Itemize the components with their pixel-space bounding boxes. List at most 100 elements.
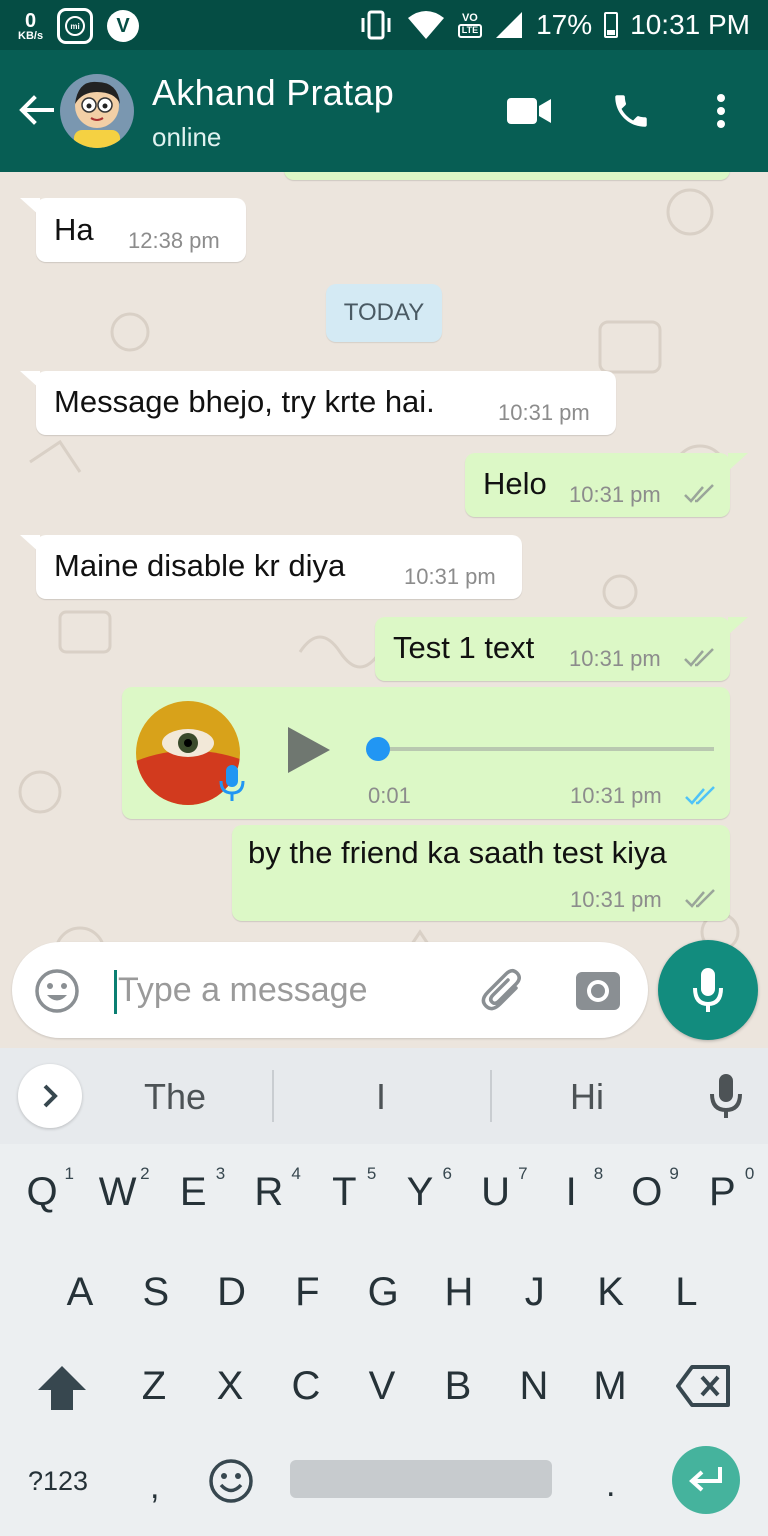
status-bar: 0 KB/s mi V VO LTE 17% 10:31 PM bbox=[0, 0, 768, 50]
message-time: 12:38 pm bbox=[128, 228, 220, 253]
key-f[interactable]: F bbox=[277, 1270, 337, 1315]
battery-percent: 17% bbox=[536, 9, 593, 40]
message-composer bbox=[12, 942, 648, 1038]
key-s[interactable]: S bbox=[126, 1270, 186, 1315]
bubble-tail-in bbox=[20, 535, 40, 553]
backspace-icon[interactable] bbox=[676, 1364, 732, 1408]
outgoing-message-bubble[interactable]: Helo 10:31 pm bbox=[465, 453, 730, 517]
period-key[interactable]: . bbox=[606, 1466, 615, 1505]
voice-progress-thumb[interactable] bbox=[366, 737, 390, 761]
key-v[interactable]: V bbox=[352, 1364, 412, 1409]
key-p[interactable]: P0 bbox=[692, 1164, 754, 1215]
double-tick-icon bbox=[684, 648, 714, 667]
key-y[interactable]: Y6 bbox=[390, 1164, 452, 1215]
suggestion-strip: The I Hi bbox=[0, 1048, 768, 1144]
attach-icon[interactable] bbox=[480, 968, 528, 1016]
key-b[interactable]: B bbox=[428, 1364, 488, 1409]
expand-suggestions-button[interactable] bbox=[18, 1064, 82, 1128]
contact-name[interactable]: Akhand Pratap bbox=[152, 72, 394, 114]
message-text: Message bhejo, try krte hai. bbox=[54, 384, 435, 419]
shift-icon[interactable] bbox=[36, 1364, 88, 1412]
key-z[interactable]: Z bbox=[124, 1364, 184, 1409]
suggestion-word[interactable]: I bbox=[316, 1076, 446, 1118]
wifi-icon bbox=[407, 11, 444, 39]
incoming-message-bubble[interactable]: Maine disable kr diya 10:31 pm bbox=[36, 535, 522, 599]
key-t[interactable]: T5 bbox=[314, 1164, 376, 1215]
voice-input-icon[interactable] bbox=[704, 1072, 748, 1120]
key-o[interactable]: O9 bbox=[617, 1164, 679, 1215]
key-c[interactable]: C bbox=[276, 1364, 336, 1409]
key-number-hint: 3 bbox=[215, 1164, 226, 1183]
contact-avatar[interactable] bbox=[60, 74, 134, 148]
previous-outgoing-bubble[interactable] bbox=[284, 172, 730, 180]
key-q[interactable]: Q1 bbox=[12, 1164, 74, 1215]
key-j[interactable]: J bbox=[505, 1270, 565, 1315]
voice-call-icon[interactable] bbox=[606, 86, 656, 136]
key-letter: Q bbox=[26, 1170, 58, 1214]
key-number-hint: 5 bbox=[366, 1164, 377, 1183]
key-w[interactable]: W2 bbox=[88, 1164, 150, 1215]
suggestion-divider bbox=[272, 1070, 274, 1122]
chat-area[interactable]: Ha 12:38 pm TODAY Message bhejo, try krt… bbox=[0, 172, 768, 1048]
bubble-tail-out bbox=[728, 617, 748, 635]
play-icon[interactable] bbox=[286, 725, 332, 775]
key-i[interactable]: I8 bbox=[541, 1164, 604, 1215]
message-text: Maine disable kr diya bbox=[54, 548, 346, 583]
key-letter: I bbox=[565, 1170, 577, 1214]
net-speed: 0 KB/s bbox=[18, 11, 43, 42]
key-m[interactable]: M bbox=[580, 1364, 640, 1409]
volte-label: VO bbox=[461, 12, 478, 24]
key-l[interactable]: L bbox=[656, 1270, 716, 1315]
key-g[interactable]: G bbox=[353, 1270, 413, 1315]
camera-icon[interactable] bbox=[574, 968, 622, 1014]
back-arrow-icon[interactable] bbox=[14, 88, 58, 132]
keyboard: The I Hi Q1W2E3R4T5Y6U7I8O9P0 ASDFGHJKL … bbox=[0, 1048, 768, 1536]
symbols-key[interactable]: ?123 bbox=[28, 1466, 88, 1497]
suggestion-divider bbox=[490, 1070, 492, 1122]
voice-message-bubble[interactable]: 0:01 10:31 pm bbox=[122, 687, 730, 819]
date-chip: TODAY bbox=[326, 284, 442, 342]
record-voice-button[interactable] bbox=[658, 940, 758, 1040]
key-letter: R bbox=[254, 1170, 284, 1214]
mi-label: mi bbox=[65, 16, 86, 36]
comma-key[interactable]: , bbox=[150, 1468, 159, 1507]
message-text: by the friend ka saath test kiya bbox=[248, 835, 667, 870]
enter-key[interactable] bbox=[672, 1446, 740, 1514]
bubble-tail-out bbox=[728, 453, 748, 471]
key-number-hint: 6 bbox=[442, 1164, 452, 1183]
incoming-message-bubble[interactable]: Message bhejo, try krte hai. 10:31 pm bbox=[36, 371, 616, 435]
more-vert-icon[interactable] bbox=[696, 86, 746, 136]
key-letter: O bbox=[631, 1170, 663, 1214]
key-k[interactable]: K bbox=[581, 1270, 641, 1315]
text-cursor bbox=[114, 970, 117, 1014]
outgoing-message-bubble[interactable]: by the friend ka saath test kiya 10:31 p… bbox=[232, 825, 730, 921]
video-call-icon[interactable] bbox=[504, 86, 554, 136]
key-number-hint: 0 bbox=[744, 1164, 755, 1183]
keyboard-emoji-icon[interactable] bbox=[208, 1458, 254, 1504]
message-time: 10:31 pm bbox=[404, 564, 496, 589]
message-time: 10:31 pm bbox=[498, 400, 590, 425]
suggestion-word[interactable]: The bbox=[110, 1076, 240, 1118]
key-x[interactable]: X bbox=[200, 1364, 260, 1409]
message-input[interactable] bbox=[118, 962, 458, 1018]
key-h[interactable]: H bbox=[429, 1270, 489, 1315]
contact-status: online bbox=[152, 122, 222, 152]
key-n[interactable]: N bbox=[504, 1364, 564, 1409]
bubble-tail-in bbox=[20, 371, 40, 389]
outgoing-message-bubble[interactable]: Test 1 text 10:31 pm bbox=[375, 617, 730, 681]
space-key[interactable] bbox=[290, 1460, 552, 1498]
key-a[interactable]: A bbox=[50, 1270, 110, 1315]
suggestion-word[interactable]: Hi bbox=[522, 1076, 652, 1118]
incoming-message-bubble[interactable]: Ha 12:38 pm bbox=[36, 198, 246, 262]
message-time: 10:31 pm bbox=[569, 482, 661, 507]
key-e[interactable]: E3 bbox=[163, 1164, 225, 1215]
emoji-icon[interactable] bbox=[34, 968, 80, 1014]
battery-icon bbox=[604, 12, 619, 38]
key-r[interactable]: R4 bbox=[239, 1164, 300, 1215]
double-tick-icon bbox=[685, 889, 715, 908]
chat-header: Akhand Pratap online bbox=[0, 50, 768, 172]
key-u[interactable]: U7 bbox=[466, 1164, 527, 1215]
key-d[interactable]: D bbox=[202, 1270, 262, 1315]
vibrate-icon bbox=[361, 10, 391, 40]
voice-progress-track[interactable] bbox=[378, 747, 714, 751]
